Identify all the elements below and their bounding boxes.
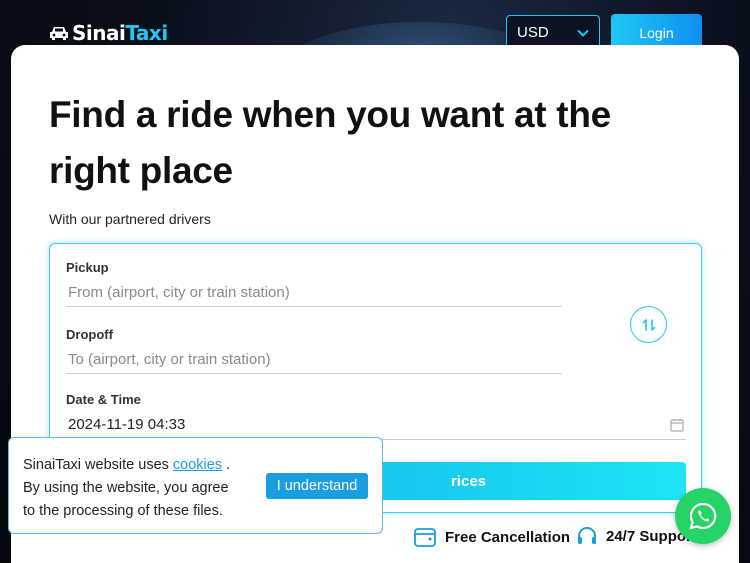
cookie-text-end: . <box>222 457 231 473</box>
page-title: Find a ride when you want at the right p… <box>49 94 611 191</box>
feature-free-cancellation: Free Cancellation <box>413 525 570 549</box>
swap-icon <box>642 318 655 331</box>
logo[interactable]: Sinai Taxi <box>49 21 168 45</box>
logo-text-taxi: Taxi <box>125 21 168 45</box>
cookie-text: SinaiTaxi website uses <box>23 457 173 473</box>
cookie-line-3: to the processing of these files. <box>23 503 223 519</box>
datetime-label: Date & Time <box>66 392 141 407</box>
chevron-down-icon <box>577 29 589 37</box>
whatsapp-icon <box>689 502 717 530</box>
free-cancellation-label: Free Cancellation <box>445 528 571 546</box>
swap-locations-button[interactable] <box>630 306 667 343</box>
dropoff-input[interactable] <box>66 346 562 374</box>
datetime-input[interactable]: 2024-11-19 04:33 <box>66 410 686 440</box>
pickup-input[interactable] <box>66 279 562 307</box>
cookie-banner: SinaiTaxi website uses cookies . By usin… <box>8 437 383 534</box>
whatsapp-button[interactable] <box>675 488 731 544</box>
car-icon <box>50 27 68 40</box>
pickup-label: Pickup <box>66 260 109 275</box>
dropoff-label: Dropoff <box>66 327 113 342</box>
calendar-icon <box>670 418 684 432</box>
cookie-accept-button[interactable]: I understand <box>266 473 368 499</box>
page-subtitle: With our partnered drivers <box>49 211 211 227</box>
datetime-value: 2024-11-19 04:33 <box>68 416 186 433</box>
wallet-icon <box>414 528 436 547</box>
search-prices-label: rices <box>450 472 487 490</box>
logo-text-sinai: Sinai <box>72 21 126 45</box>
currency-value: USD <box>517 24 549 41</box>
cookies-link[interactable]: cookies <box>173 457 222 473</box>
headset-icon <box>578 527 596 544</box>
